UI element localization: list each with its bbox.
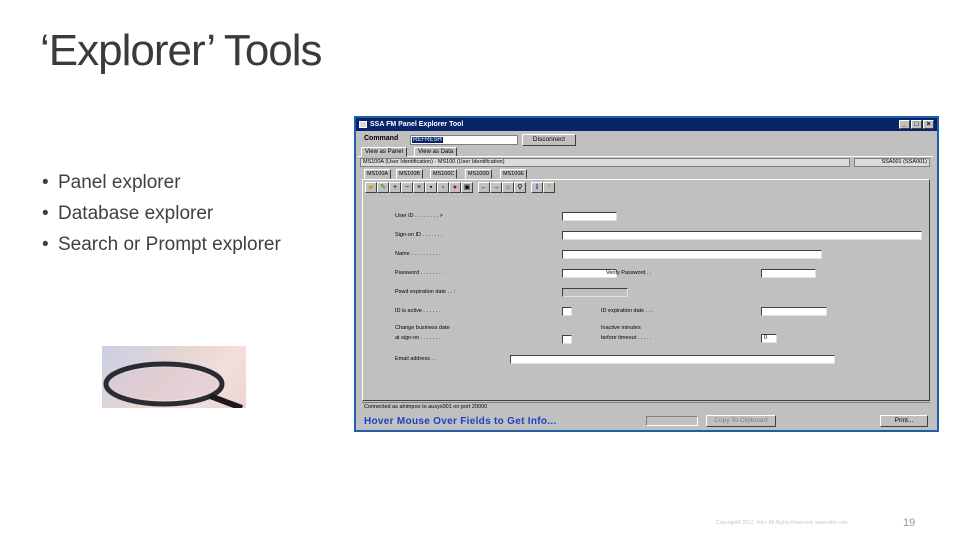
change-business-date-label: Change business date: [395, 325, 450, 331]
password-label: Password . . . . . . . .: [395, 270, 444, 276]
minus-icon[interactable]: −: [401, 182, 413, 193]
clear-icon[interactable]: ▫: [437, 182, 449, 193]
maximize-button[interactable]: □: [911, 120, 922, 129]
before-timeout-label: before timeout . . . . .: [601, 335, 652, 341]
command-label: Command: [364, 135, 399, 142]
bullet-item: Search or Prompt explorer: [42, 232, 281, 263]
magnifier-image: [102, 346, 246, 408]
verify-password-field[interactable]: [761, 269, 816, 278]
forward-icon[interactable]: →: [490, 182, 502, 193]
user-id-field[interactable]: [562, 212, 617, 221]
command-value: REFRESH: [412, 137, 443, 143]
subtab-ms100d[interactable]: MS100D: [465, 169, 493, 179]
id-is-active-checkbox[interactable]: [562, 307, 572, 316]
magnifier-lens: [110, 368, 218, 400]
tab-view-as-panel[interactable]: View as Panel: [361, 147, 407, 157]
delete-icon[interactable]: ×: [413, 182, 425, 193]
user-id-label: User ID . . . . . . . . >: [395, 213, 443, 219]
status-bar: Connected as ahimpoo to ausys001 on port…: [362, 402, 930, 410]
app-icon: [359, 121, 367, 128]
save-icon[interactable]: ▪: [425, 182, 437, 193]
sign-on-id-field[interactable]: [562, 231, 922, 240]
panel-header: MS100A (User Identification) - MS100 (Us…: [360, 158, 850, 167]
at-sign-on-label: at sign-on . . . . . . .: [395, 335, 441, 341]
stop-icon[interactable]: ●: [449, 182, 461, 193]
back-icon[interactable]: ←: [478, 182, 490, 193]
inactive-minutes-field[interactable]: 0: [761, 334, 777, 343]
bullet-item: Database explorer: [42, 201, 281, 232]
inactive-minutes-label: Inactive minutes: [601, 325, 641, 331]
subtab-ms100b[interactable]: MS100B: [396, 169, 424, 179]
id-expiration-label: ID expiration date . . .: [601, 308, 654, 314]
bullet-item: Panel explorer: [42, 170, 281, 201]
minimize-button[interactable]: _: [899, 120, 910, 129]
email-address-label: Email address . .: [395, 356, 436, 362]
tab-divider: [358, 156, 933, 157]
edit-icon[interactable]: ✎: [377, 182, 389, 193]
help-icon[interactable]: ?: [543, 182, 555, 193]
command-input[interactable]: REFRESH: [410, 135, 518, 145]
magnifier-handle: [208, 393, 244, 408]
pswd-expiration-label: Pswd expiration date . . :: [395, 289, 456, 295]
pswd-expiration-field: [562, 288, 628, 297]
name-field[interactable]: [562, 250, 822, 259]
home-icon[interactable]: ⌂: [502, 182, 514, 193]
disconnect-button[interactable]: Disconnect: [522, 134, 576, 146]
subtab-ms100a[interactable]: MS100A: [364, 169, 392, 179]
name-label: Name . . . . . . . . . .: [395, 251, 441, 257]
bookmark-icon[interactable]: ▣: [461, 182, 473, 193]
toolbar: ▰ ✎ + − × ▪ ▫ ● ▣ ← → ⌂ ⚲ ℹ ?: [365, 182, 555, 193]
page-number: 19: [903, 517, 916, 529]
copyright-footer: Copyright© 2012, Infor. All Rights Reser…: [716, 520, 848, 526]
email-address-field[interactable]: [510, 355, 835, 364]
copy-to-clipboard-button[interactable]: Copy To Clipboard: [706, 415, 776, 427]
change-business-date-checkbox[interactable]: [562, 335, 572, 344]
sign-on-id-label: Sign-on ID . . . . . . .: [395, 232, 443, 238]
subtab-ms100e[interactable]: MS100E: [500, 169, 528, 179]
info-field: [646, 416, 698, 426]
explorer-app-window: SSA FM Panel Explorer Tool _ □ × Command…: [354, 116, 939, 432]
hover-hint: Hover Mouse Over Fields to Get Info...: [364, 416, 557, 427]
id-is-active-label: ID is active . . . . . .: [395, 308, 441, 314]
print-button[interactable]: Print...: [880, 415, 928, 427]
panel-header-right: SSA001 (SSA001): [854, 158, 930, 167]
window-title: SSA FM Panel Explorer Tool: [370, 121, 464, 128]
panel-area: ▰ ✎ + − × ▪ ▫ ● ▣ ← → ⌂ ⚲ ℹ ? User ID . …: [362, 179, 930, 401]
subtab-ms100c[interactable]: MS100C: [430, 169, 458, 179]
verify-password-label: Verify Password . .: [606, 270, 652, 276]
info-icon[interactable]: ℹ: [531, 182, 543, 193]
open-icon[interactable]: ▰: [365, 182, 377, 193]
bullet-list: Panel explorer Database explorer Search …: [42, 170, 281, 263]
close-button[interactable]: ×: [923, 120, 934, 129]
add-icon[interactable]: +: [389, 182, 401, 193]
id-expiration-field[interactable]: [761, 307, 827, 316]
slide-title: ‘Explorer’ Tools: [40, 26, 323, 75]
window-title-bar[interactable]: SSA FM Panel Explorer Tool _ □ ×: [356, 118, 937, 131]
link-icon[interactable]: ⚲: [514, 182, 526, 193]
